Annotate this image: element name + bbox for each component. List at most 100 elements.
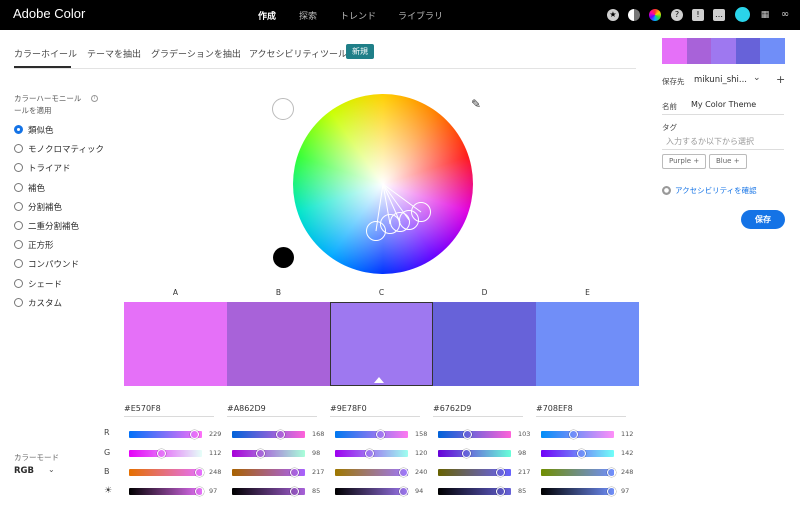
slider-knob[interactable] xyxy=(195,487,205,496)
radio-button[interactable] xyxy=(14,163,23,173)
tag-blue[interactable]: Blue + xyxy=(709,154,747,169)
slider-knob[interactable] xyxy=(156,449,166,458)
feedback-icon[interactable]: ! xyxy=(692,9,704,21)
color-mode-select[interactable]: RGB xyxy=(14,466,34,476)
slider-knob[interactable] xyxy=(190,430,200,439)
radio-button[interactable] xyxy=(14,201,23,211)
apps-grid-icon[interactable]: ▦ xyxy=(759,9,771,21)
nav-library[interactable]: ライブラリ xyxy=(398,9,443,22)
theme-name-input[interactable]: My Color Theme xyxy=(691,100,756,109)
slider-knob[interactable] xyxy=(375,430,385,439)
tab-extract-gradient[interactable]: グラデーションを抽出 xyxy=(151,47,241,60)
slider-knob[interactable] xyxy=(461,449,471,458)
channel-slider-g[interactable] xyxy=(438,450,511,457)
radio-button[interactable] xyxy=(14,297,23,307)
nav-create[interactable]: 作成 xyxy=(258,9,276,22)
channel-slider-bright[interactable] xyxy=(335,488,408,495)
channel-value: 168 xyxy=(312,430,325,438)
half-moon-icon[interactable] xyxy=(628,9,640,21)
name-divider xyxy=(662,114,784,115)
harmony-rule-item[interactable]: 類似色 xyxy=(14,124,54,136)
tag-input[interactable]: 入力するか以下から選択 xyxy=(666,136,754,147)
color-swatch[interactable] xyxy=(433,302,536,386)
chat-icon[interactable]: … xyxy=(713,9,725,21)
hex-input[interactable]: #E570F8 xyxy=(124,404,214,413)
channel-slider-bright[interactable] xyxy=(541,488,614,495)
info-icon[interactable]: i xyxy=(91,95,98,102)
channel-value: 97 xyxy=(621,487,630,495)
radio-button[interactable] xyxy=(14,144,23,154)
add-library-icon[interactable]: + xyxy=(776,73,785,86)
tab-color-wheel[interactable]: カラーホイール xyxy=(14,47,77,60)
nav-explore[interactable]: 探索 xyxy=(299,9,317,22)
slider-knob[interactable] xyxy=(495,487,505,496)
slider-knob[interactable] xyxy=(364,449,374,458)
radio-button[interactable] xyxy=(14,182,23,192)
radio-button[interactable] xyxy=(14,221,23,230)
channel-slider-b[interactable] xyxy=(335,469,408,476)
slider-knob[interactable] xyxy=(195,468,205,477)
chevron-down-icon[interactable]: ⌄ xyxy=(753,73,761,83)
color-swatch[interactable] xyxy=(227,302,330,386)
app-title[interactable]: Adobe Color xyxy=(13,6,85,21)
channel-slider-bright[interactable] xyxy=(129,488,202,495)
hex-input[interactable]: #A862D9 xyxy=(227,404,317,413)
channel-slider-g[interactable] xyxy=(232,450,305,457)
color-wheel[interactable] xyxy=(293,94,473,274)
tag-purple[interactable]: Purple + xyxy=(662,154,707,169)
color-wheel-icon[interactable] xyxy=(649,9,661,21)
harmony-rule-item[interactable]: コンパウンド xyxy=(14,258,79,270)
channel-slider-r[interactable] xyxy=(438,431,511,438)
slider-knob[interactable] xyxy=(275,430,285,439)
radio-button[interactable] xyxy=(14,278,23,288)
tab-accessibility-tools[interactable]: アクセシビリティツール xyxy=(249,47,347,60)
hex-input[interactable]: #708EF8 xyxy=(536,404,626,413)
slider-knob[interactable] xyxy=(462,430,472,439)
harmony-rule-item[interactable]: 正方形 xyxy=(14,239,54,251)
harmony-rule-item[interactable]: モノクロマティック xyxy=(14,143,104,155)
harmony-rule-item[interactable]: トライアド xyxy=(14,162,71,174)
avatar[interactable] xyxy=(735,7,750,22)
color-swatch[interactable] xyxy=(330,302,433,386)
creative-cloud-icon[interactable]: ∞ xyxy=(779,9,791,21)
slider-knob[interactable] xyxy=(289,468,299,477)
harmony-rule-item[interactable]: 補色 xyxy=(14,182,45,194)
nav-trends[interactable]: トレンド xyxy=(340,9,376,22)
channel-value: 112 xyxy=(621,430,634,438)
slider-knob[interactable] xyxy=(255,449,265,458)
harmony-rule-item[interactable]: 二重分割補色 xyxy=(14,220,79,232)
eyedropper-icon[interactable]: ✎ xyxy=(471,97,481,111)
radio-button[interactable] xyxy=(14,240,23,250)
slider-knob[interactable] xyxy=(568,430,578,439)
slider-knob[interactable] xyxy=(289,487,299,496)
theme-preview-swatch xyxy=(711,38,736,64)
star-icon[interactable]: ★ xyxy=(607,9,619,21)
wheel-color-handle[interactable] xyxy=(411,202,431,222)
channel-slider-r[interactable] xyxy=(335,431,408,438)
new-badge: 新規 xyxy=(346,44,374,59)
hex-input[interactable]: #9E78F0 xyxy=(330,404,420,413)
channel-slider-r[interactable] xyxy=(232,431,305,438)
slider-knob[interactable] xyxy=(607,487,617,496)
accessibility-check-link[interactable]: アクセシビリティを確認 xyxy=(675,185,757,196)
radio-button[interactable] xyxy=(14,125,23,134)
tab-extract-theme[interactable]: テーマを抽出 xyxy=(87,47,141,60)
help-icon[interactable]: ? xyxy=(671,9,683,21)
slider-knob[interactable] xyxy=(607,468,617,477)
accessibility-icon: ● xyxy=(662,186,671,195)
save-button[interactable]: 保存 xyxy=(741,210,785,229)
hex-input[interactable]: #6762D9 xyxy=(433,404,523,413)
library-select[interactable]: mikuni_shi... xyxy=(694,75,747,85)
channel-slider-b[interactable] xyxy=(541,469,614,476)
color-swatch[interactable] xyxy=(536,302,639,386)
channel-value: 98 xyxy=(312,449,321,457)
slider-knob[interactable] xyxy=(495,468,505,477)
channel-slider-b[interactable] xyxy=(129,469,202,476)
harmony-rule-item[interactable]: 分割補色 xyxy=(14,201,62,213)
channel-value: 217 xyxy=(312,468,325,476)
radio-button[interactable] xyxy=(14,259,23,269)
harmony-rule-item[interactable]: シェード xyxy=(14,278,62,290)
harmony-rule-item[interactable]: カスタム xyxy=(14,297,62,309)
chevron-down-icon[interactable]: ⌄ xyxy=(48,465,55,474)
color-swatch[interactable] xyxy=(124,302,227,386)
